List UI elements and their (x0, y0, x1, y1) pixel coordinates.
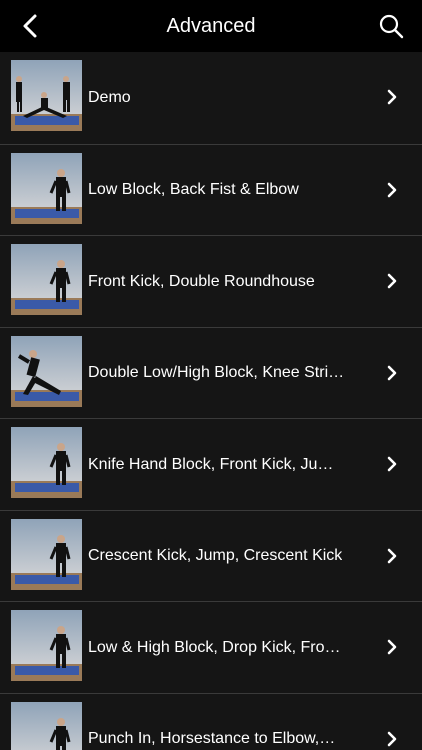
video-thumbnail (11, 518, 82, 590)
chevron-right-icon (387, 365, 397, 380)
video-thumbnail (11, 610, 82, 681)
list-item-label: Punch In, Horsestance to Elbow,… (88, 694, 373, 750)
list-item[interactable]: Double Low/High Block, Knee Stri… (0, 326, 422, 419)
list-item-label: Crescent Kick, Jump, Crescent Kick (88, 511, 373, 602)
video-thumbnail (11, 701, 82, 750)
list-item-title: Knife Hand Block, Front Kick, Ju… (88, 455, 334, 473)
video-thumbnail (11, 152, 82, 224)
page-title: Advanced (166, 14, 256, 37)
list-item-label: Low & High Block, Drop Kick, Fro… (88, 602, 373, 693)
list-item-title: Double Low/High Block, Knee Stri… (88, 364, 345, 381)
list-item-label: Demo (88, 52, 373, 143)
list-item[interactable]: Knife Hand Block, Front Kick, Ju… (0, 418, 422, 510)
search-icon[interactable] (378, 13, 404, 39)
chevron-right-icon (387, 731, 397, 746)
chevron-right-icon (387, 548, 397, 563)
list-item-title: Low & High Block, Drop Kick, Fro… (88, 638, 341, 656)
list-item[interactable]: Low & High Block, Drop Kick, Fro… (0, 601, 422, 693)
list-item-title: Front Kick, Double Roundhouse (88, 272, 315, 290)
chevron-right-icon (387, 273, 397, 289)
list-item-title: Demo (88, 88, 131, 106)
navigation-bar: Advanced (0, 0, 422, 52)
chevron-right-icon (387, 639, 397, 655)
video-thumbnail (11, 335, 82, 407)
video-thumbnail (11, 427, 82, 498)
list-item[interactable]: Low Block, Back Fist & Elbow (0, 143, 422, 236)
list-item-label: Front Kick, Double Roundhouse (88, 236, 373, 327)
list-item[interactable]: Demo (0, 52, 422, 144)
video-thumbnail (11, 244, 82, 315)
list-item[interactable]: Crescent Kick, Jump, Crescent Kick (0, 509, 422, 602)
list-item[interactable]: Front Kick, Double Roundhouse (0, 235, 422, 327)
video-list: Demo Low Block, Back Fist & Elbow Front … (0, 52, 422, 750)
list-item[interactable]: Punch In, Horsestance to Elbow,… (0, 692, 422, 750)
chevron-left-icon[interactable] (20, 13, 42, 39)
list-item-label: Low Block, Back Fist & Elbow (88, 145, 373, 236)
list-item-label: Double Low/High Block, Knee Stri… (88, 328, 373, 419)
chevron-right-icon (387, 456, 397, 472)
chevron-right-icon (387, 182, 397, 197)
list-item-title: Crescent Kick, Jump, Crescent Kick (88, 547, 343, 564)
list-item-title: Punch In, Horsestance to Elbow,… (88, 730, 336, 747)
video-thumbnail (11, 60, 82, 131)
list-item-label: Knife Hand Block, Front Kick, Ju… (88, 419, 373, 510)
list-item-title: Low Block, Back Fist & Elbow (88, 181, 299, 198)
chevron-right-icon (387, 89, 397, 105)
